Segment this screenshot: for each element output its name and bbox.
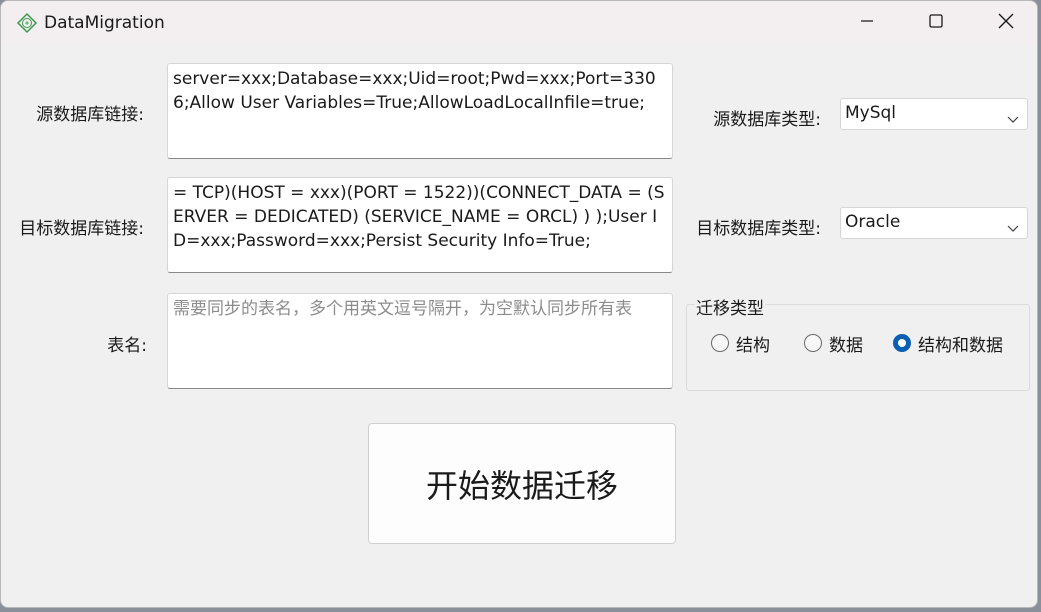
tables-placeholder: 需要同步的表名，多个用英文逗号隔开，为空默认同步所有表 [173, 299, 632, 319]
source-type-value: MySql [845, 103, 897, 123]
start-migration-button[interactable]: 开始数据迁移 [368, 423, 676, 544]
close-icon [997, 12, 1015, 34]
radio-data[interactable]: 数据 [804, 331, 863, 356]
radio-structure[interactable]: 结构 [711, 331, 770, 356]
chevron-down-icon [1007, 218, 1019, 238]
minimize-button[interactable] [844, 1, 890, 45]
radio-label: 数据 [829, 335, 863, 356]
maximize-button[interactable] [913, 1, 959, 45]
target-conn-text: = TCP)(HOST = xxx)(PORT = 1522))(CONNECT… [173, 183, 665, 251]
title-bar[interactable]: DataMigration [1, 1, 1037, 45]
radio-label: 结构 [736, 335, 770, 356]
app-logo-icon [16, 12, 38, 34]
source-conn-input[interactable]: server=xxx;Database=xxx;Uid=root;Pwd=xxx… [167, 63, 673, 159]
source-type-label: 源数据库类型: [713, 110, 821, 130]
target-type-value: Oracle [845, 212, 901, 232]
minimize-icon [859, 13, 875, 33]
tables-input[interactable]: 需要同步的表名，多个用英文逗号隔开，为空默认同步所有表 [167, 293, 673, 389]
target-conn-input[interactable]: = TCP)(HOST = xxx)(PORT = 1522))(CONNECT… [167, 177, 673, 273]
window-title: DataMigration [44, 13, 165, 33]
maximize-icon [928, 13, 944, 33]
tables-label: 表名: [107, 336, 147, 356]
radio-structure-and-data[interactable]: 结构和数据 [893, 331, 1003, 356]
radio-circle [711, 334, 729, 352]
chevron-down-icon [1007, 109, 1019, 129]
source-conn-text: server=xxx;Database=xxx;Uid=root;Pwd=xxx… [173, 69, 656, 113]
target-type-label: 目标数据库类型: [696, 219, 821, 239]
target-type-select[interactable]: Oracle [840, 207, 1028, 239]
radio-label: 结构和数据 [918, 335, 1003, 356]
radio-circle [804, 334, 822, 352]
migration-type-title: 迁移类型 [695, 294, 765, 319]
source-type-select[interactable]: MySql [840, 98, 1028, 130]
target-conn-label: 目标数据库链接: [19, 219, 144, 239]
radio-circle-checked [893, 334, 911, 352]
close-button[interactable] [983, 1, 1029, 45]
app-window: DataMigration 源数据库链接: server=xxx;Databas… [0, 0, 1038, 608]
source-conn-label: 源数据库链接: [36, 105, 144, 125]
